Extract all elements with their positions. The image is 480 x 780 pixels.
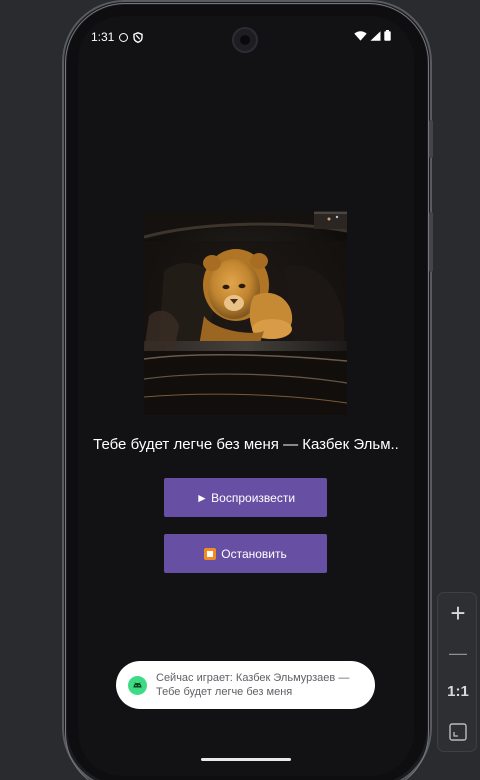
track-title: Тебе будет легче без меня — Казбек Эльм.… [93, 436, 399, 453]
play-button[interactable]: ► Воспроизвести [164, 478, 327, 517]
signal-icon [370, 30, 381, 41]
phone-screen: 1:31 Тебе будет легче без меня — Казбек … [78, 16, 414, 776]
zoom-out-button[interactable]: — [438, 635, 478, 671]
stop-button-label: Остановить [221, 546, 287, 561]
android-glyph [133, 682, 142, 688]
stop-button[interactable]: Остановить [164, 534, 327, 573]
stop-icon [204, 547, 217, 560]
fit-screen-glyph [449, 723, 467, 741]
home-gesture-bar[interactable] [201, 758, 291, 761]
shield-icon [133, 31, 144, 43]
status-left: 1:31 [91, 30, 144, 44]
now-playing-toast: Сейчас играет: Казбек Эльмурзаев — Тебе … [116, 661, 375, 709]
battery-icon [384, 30, 391, 41]
status-time: 1:31 [91, 30, 115, 44]
power-button[interactable] [429, 212, 433, 272]
android-icon [128, 676, 147, 695]
zoom-panel: + — 1:1 [437, 592, 477, 752]
volume-button[interactable] [429, 120, 433, 158]
status-right [354, 30, 391, 41]
zoom-in-button[interactable]: + [438, 595, 478, 631]
info-icon [119, 32, 129, 42]
front-camera [232, 27, 258, 53]
status-bar: 1:31 [78, 16, 414, 56]
album-art-image [144, 211, 347, 415]
play-button-label: ► Воспроизвести [195, 490, 296, 505]
wifi-icon [354, 30, 367, 41]
actual-size-button[interactable]: 1:1 [438, 677, 478, 707]
toast-message: Сейчас играет: Казбек Эльмурзаев — Тебе … [156, 672, 350, 698]
album-art [144, 211, 347, 415]
emulator-stage: 1:31 Тебе будет легче без меня — Казбек … [0, 0, 480, 780]
fit-screen-icon[interactable] [438, 719, 478, 745]
